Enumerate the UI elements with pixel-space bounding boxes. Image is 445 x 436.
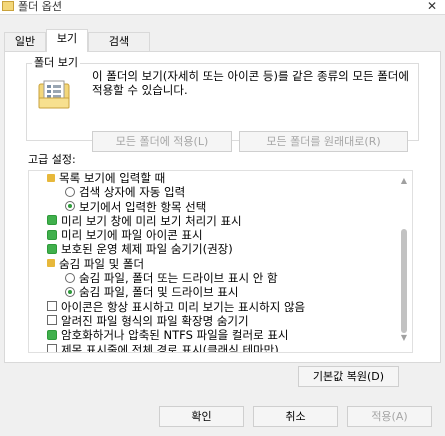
setting-label: 아이콘은 항상 표시하고 미리 보기는 표시하지 않음 — [61, 299, 306, 314]
reset-folders-button[interactable]: 모든 폴더를 원래대로(R) — [239, 131, 408, 152]
setting-row[interactable]: 알려진 파일 형식의 파일 확장명 숨기기 — [29, 314, 397, 328]
advanced-settings-rows: 목록 보기에 입력할 때 검색 상자에 자동 입력 보기에서 입력한 항목 선택 미리… — [29, 171, 397, 353]
setting-label: 숨김 파일, 폴더 및 드라이브 표시 — [79, 285, 239, 300]
vertical-scrollbar[interactable]: ▲ ▼ — [396, 171, 412, 352]
setting-row: 목록 보기에 입력할 때 — [29, 171, 397, 185]
close-button[interactable]: ✕ — [419, 0, 445, 13]
radio-button[interactable] — [65, 272, 75, 283]
apply-button[interactable]: 적용(A) — [347, 406, 432, 427]
setting-label: 제목 표시줄에 전체 경로 표시(클래식 테마만) — [61, 342, 279, 353]
checkbox[interactable] — [47, 229, 57, 240]
checkbox[interactable] — [47, 243, 57, 254]
advanced-settings-list[interactable]: 목록 보기에 입력할 때 검색 상자에 자동 입력 보기에서 입력한 항목 선택 미리… — [28, 170, 413, 353]
setting-row[interactable]: 미리 보기에 파일 아이콘 표시 — [29, 228, 397, 242]
setting-label: 숨김 파일, 폴더 또는 드라이브 표시 안 함 — [79, 271, 278, 286]
checkbox[interactable] — [47, 315, 57, 326]
folder-options-icon — [2, 1, 14, 11]
folder-view-icon — [38, 80, 70, 109]
tab-view[interactable]: 보기 — [46, 29, 88, 52]
setting-row[interactable]: 숨김 파일, 폴더 및 드라이브 표시 — [29, 285, 397, 299]
setting-row[interactable]: 미리 보기 창에 미리 보기 처리기 표시 — [29, 214, 397, 228]
scroll-down-icon[interactable]: ▼ — [399, 333, 409, 343]
setting-label: 목록 보기에 입력할 때 — [59, 171, 166, 185]
setting-label: 미리 보기 창에 미리 보기 처리기 표시 — [61, 213, 242, 228]
setting-row[interactable]: 보호된 운영 체제 파일 숨기기(권장) — [29, 242, 397, 256]
tab-search[interactable]: 검색 — [88, 32, 150, 51]
setting-row[interactable]: 보기에서 입력한 항목 선택 — [29, 200, 397, 214]
checkbox[interactable] — [47, 344, 57, 352]
advanced-settings-label: 고급 설정: — [28, 153, 76, 166]
setting-label: 검색 상자에 자동 입력 — [79, 185, 186, 200]
setting-label: 암호화하거나 압축된 NTFS 파일을 컬러로 표시 — [61, 328, 289, 343]
setting-row[interactable]: 아이콘은 항상 표시하고 미리 보기는 표시하지 않음 — [29, 300, 397, 314]
setting-label: 보기에서 입력한 항목 선택 — [79, 199, 207, 214]
setting-row[interactable]: 검색 상자에 자동 입력 — [29, 185, 397, 199]
folder-icon — [47, 259, 55, 268]
setting-row[interactable]: 제목 표시줄에 전체 경로 표시(클래식 테마만) — [29, 342, 397, 353]
setting-row[interactable]: 숨김 파일, 폴더 또는 드라이브 표시 안 함 — [29, 271, 397, 285]
radio-button[interactable] — [65, 186, 75, 197]
title-bar: 폴더 옵션 ✕ — [0, 0, 445, 15]
setting-label: 숨김 파일 및 폴더 — [59, 256, 145, 271]
setting-label: 알려진 파일 형식의 파일 확장명 숨기기 — [61, 313, 249, 328]
radio-button[interactable] — [65, 201, 75, 212]
cancel-button[interactable]: 취소 — [253, 406, 338, 427]
scroll-thumb[interactable] — [401, 229, 407, 333]
restore-defaults-button[interactable]: 기본값 복원(D) — [298, 366, 399, 387]
checkbox[interactable] — [47, 301, 57, 312]
setting-label: 미리 보기에 파일 아이콘 표시 — [61, 228, 203, 243]
checkbox[interactable] — [47, 215, 57, 226]
folder-views-description: 이 폴더의 보기(자세히 또는 아이콘 등)를 같은 종류의 모든 폴더에 적용… — [92, 69, 409, 97]
radio-button[interactable] — [65, 286, 75, 297]
tab-general[interactable]: 일반 — [4, 32, 46, 51]
setting-label: 보호된 운영 체제 파일 숨기기(권장) — [61, 242, 233, 257]
setting-row: 숨김 파일 및 폴더 — [29, 257, 397, 271]
checkbox[interactable] — [47, 329, 57, 340]
folder-icon — [47, 173, 55, 182]
tab-strip: 일반 보기 검색 — [0, 29, 445, 52]
setting-row[interactable]: 암호화하거나 압축된 NTFS 파일을 컬러로 표시 — [29, 328, 397, 342]
ok-button[interactable]: 확인 — [159, 406, 244, 427]
window-title: 폴더 옵션 — [18, 0, 62, 13]
apply-to-all-folders-button[interactable]: 모든 폴더에 적용(L) — [92, 131, 232, 152]
scroll-up-icon[interactable]: ▲ — [399, 176, 409, 186]
folder-views-label: 폴더 보기 — [32, 56, 80, 70]
